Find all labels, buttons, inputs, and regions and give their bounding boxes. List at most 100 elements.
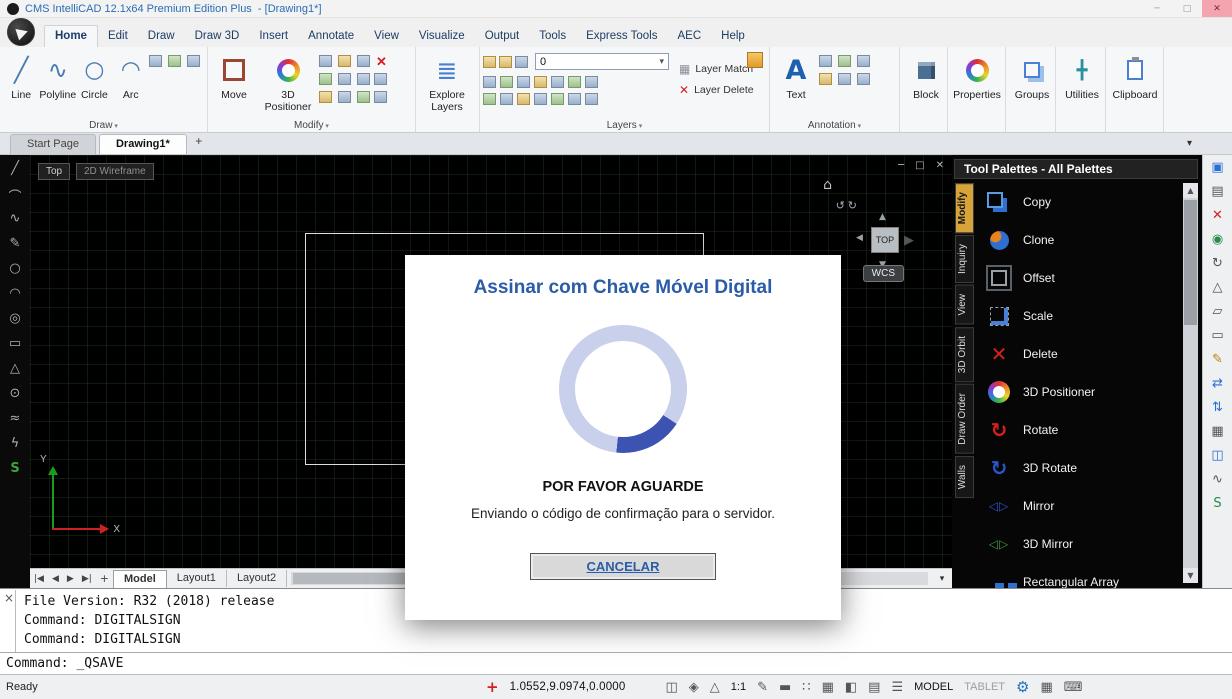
grid-display-icon[interactable]: ▦ — [1040, 680, 1052, 695]
mirror-tool-icon[interactable] — [357, 55, 370, 67]
layer-tool-icon[interactable] — [551, 76, 564, 88]
wcs-button[interactable]: WCS — [863, 265, 904, 282]
layers-panel-label[interactable]: Layers — [480, 120, 769, 131]
copy-tool-icon[interactable] — [319, 55, 332, 67]
swap-vertical-icon[interactable]: ⇅ — [1212, 400, 1223, 416]
layer-tool-icon[interactable] — [568, 76, 581, 88]
circle-tool-icon[interactable]: ○ — [9, 261, 20, 277]
view-top-button[interactable]: Top — [38, 163, 70, 180]
palette-item-rotate[interactable]: Rotate — [978, 411, 1178, 449]
maximize-button[interactable]: □ — [1172, 0, 1202, 17]
layer-tool-icon[interactable] — [551, 93, 564, 105]
layer-on-icon[interactable] — [483, 56, 496, 68]
coordinates-display[interactable]: 1.0552,9.0974,0.0000 — [510, 681, 626, 693]
layers-tool-icon[interactable]: ▤ — [1211, 184, 1223, 200]
parallelogram-tool-icon[interactable]: ▱ — [1213, 304, 1223, 320]
rectangle-tool-icon[interactable] — [149, 55, 162, 67]
donut-tool-icon[interactable]: ◎ — [9, 311, 20, 327]
layout1-tab[interactable]: Layout1 — [167, 570, 227, 587]
viewport-toggle-icon[interactable]: ◫ — [666, 680, 678, 695]
sketch-tool-icon[interactable]: S — [10, 461, 19, 477]
table-tool-icon[interactable] — [857, 55, 870, 67]
layer-tool-icon[interactable] — [517, 93, 530, 105]
tab-draw-3d[interactable]: Draw 3D — [185, 26, 250, 47]
layer-states-icon[interactable] — [747, 52, 763, 68]
layer-tool-icon[interactable] — [500, 76, 513, 88]
zigzag-tool-icon[interactable]: ϟ — [11, 436, 20, 452]
tab-draw[interactable]: Draw — [138, 26, 185, 47]
palette-tab-3d-orbit[interactable]: 3D Orbit — [955, 327, 974, 382]
cube-left-arrow-icon[interactable]: ◀ — [856, 233, 863, 243]
freehand-tool-icon[interactable]: ✎ — [10, 236, 21, 252]
dyn-input-icon[interactable]: ▤ — [868, 680, 880, 695]
block-button[interactable]: Block — [903, 50, 949, 116]
arc-tool-button[interactable]: Arc — [113, 50, 149, 116]
tab-insert[interactable]: Insert — [249, 26, 298, 47]
layer-delete-button[interactable]: Layer Delete — [679, 79, 754, 100]
home-view-icon[interactable]: ⌂ — [823, 177, 832, 193]
annotation-panel-label[interactable]: Annotation — [770, 120, 899, 131]
delta-icon[interactable]: △ — [710, 680, 720, 695]
palette-item-3d-rotate[interactable]: 3D Rotate — [978, 449, 1178, 487]
rotate-tool-icon[interactable]: ↻ — [1212, 256, 1223, 272]
rotate-tool-icon[interactable] — [338, 55, 351, 67]
cube-right-arrow-icon[interactable]: ▶ — [904, 233, 914, 249]
palette-item-clone[interactable]: Clone — [978, 221, 1178, 259]
mdi-restore-icon[interactable]: □ — [915, 160, 924, 171]
tab-help[interactable]: Help — [711, 26, 755, 47]
pencil-tool-icon[interactable]: ✎ — [1212, 352, 1223, 368]
lineweight-icon[interactable]: ▬ — [779, 680, 791, 695]
layer-tool-icon[interactable] — [500, 93, 513, 105]
tab-express-tools[interactable]: Express Tools — [576, 26, 667, 47]
tab-view[interactable]: View — [364, 26, 409, 47]
layer-select-dropdown[interactable]: 0 — [535, 53, 669, 70]
palette-item-copy[interactable]: Copy — [978, 183, 1178, 221]
command-input-line[interactable]: Command: _QSAVE — [0, 652, 1232, 674]
layer-tool-icon[interactable] — [534, 93, 547, 105]
view-cube-top-face[interactable]: TOP — [871, 227, 899, 253]
utilities-button[interactable]: Utilities — [1059, 50, 1105, 116]
palette-item-mirror[interactable]: Mirror — [978, 487, 1178, 525]
layer-match-button[interactable]: Layer Match — [679, 58, 754, 79]
layer-tool-icon[interactable] — [568, 93, 581, 105]
layer-tool-icon[interactable] — [483, 93, 496, 105]
properties-button[interactable]: Properties — [951, 50, 1003, 116]
erase-tool-icon[interactable]: ✕ — [1212, 208, 1223, 224]
join-tool-icon[interactable] — [374, 91, 387, 103]
palette-tab-modify[interactable]: Modify — [955, 183, 974, 233]
groups-button[interactable]: Groups — [1009, 50, 1055, 116]
tab-output[interactable]: Output — [475, 26, 530, 47]
new-drawing-tab-button[interactable]: + — [190, 134, 208, 154]
draw-panel-label[interactable]: Draw — [0, 120, 207, 131]
sketch-tool-icon[interactable]: S — [1213, 496, 1221, 512]
scroll-right-icon[interactable]: ▾ — [932, 574, 952, 584]
layer-tool-icon[interactable] — [585, 93, 598, 105]
palette-tab-walls[interactable]: Walls — [955, 456, 974, 498]
palette-tab-inquiry[interactable]: Inquiry — [955, 235, 974, 283]
scroll-down-icon[interactable]: ▼ — [1183, 568, 1198, 583]
triangle-tool-icon[interactable]: △ — [1213, 280, 1223, 296]
clipboard-button[interactable]: Clipboard — [1109, 50, 1161, 116]
palette-title[interactable]: Tool Palettes - All Palettes — [954, 159, 1198, 179]
close-button[interactable]: ✕ — [1202, 0, 1232, 17]
leader-tool-icon[interactable] — [838, 55, 851, 67]
palette-item-scale[interactable]: Scale — [978, 297, 1178, 335]
next-tab-button[interactable]: ▶ — [63, 574, 78, 584]
trim-tool-icon[interactable] — [338, 73, 351, 85]
fillet-tool-icon[interactable] — [357, 73, 370, 85]
polyline-tool-icon[interactable]: ∿ — [10, 211, 21, 227]
swap-horizontal-icon[interactable]: ⇄ — [1212, 376, 1223, 392]
window-tool-icon[interactable]: ◫ — [1211, 448, 1223, 464]
tab-list-dropdown-icon[interactable]: ▾ — [1187, 138, 1192, 149]
minimize-button[interactable]: ─ — [1142, 0, 1172, 17]
cancel-button[interactable]: CANCELAR — [530, 553, 716, 580]
grid-tool-icon[interactable]: ▦ — [1211, 424, 1223, 440]
3d-positioner-button[interactable]: 3D Positioner — [257, 50, 319, 116]
cube-up-arrow-icon[interactable]: ▲ — [879, 212, 886, 222]
move-tool-button[interactable]: Move — [211, 50, 257, 116]
layout2-tab[interactable]: Layout2 — [227, 570, 287, 587]
menu-list-icon[interactable]: ☰ — [891, 680, 903, 695]
wipeout-tool-icon[interactable] — [857, 73, 870, 85]
layer-tool-icon[interactable] — [483, 76, 496, 88]
tab-visualize[interactable]: Visualize — [409, 26, 475, 47]
